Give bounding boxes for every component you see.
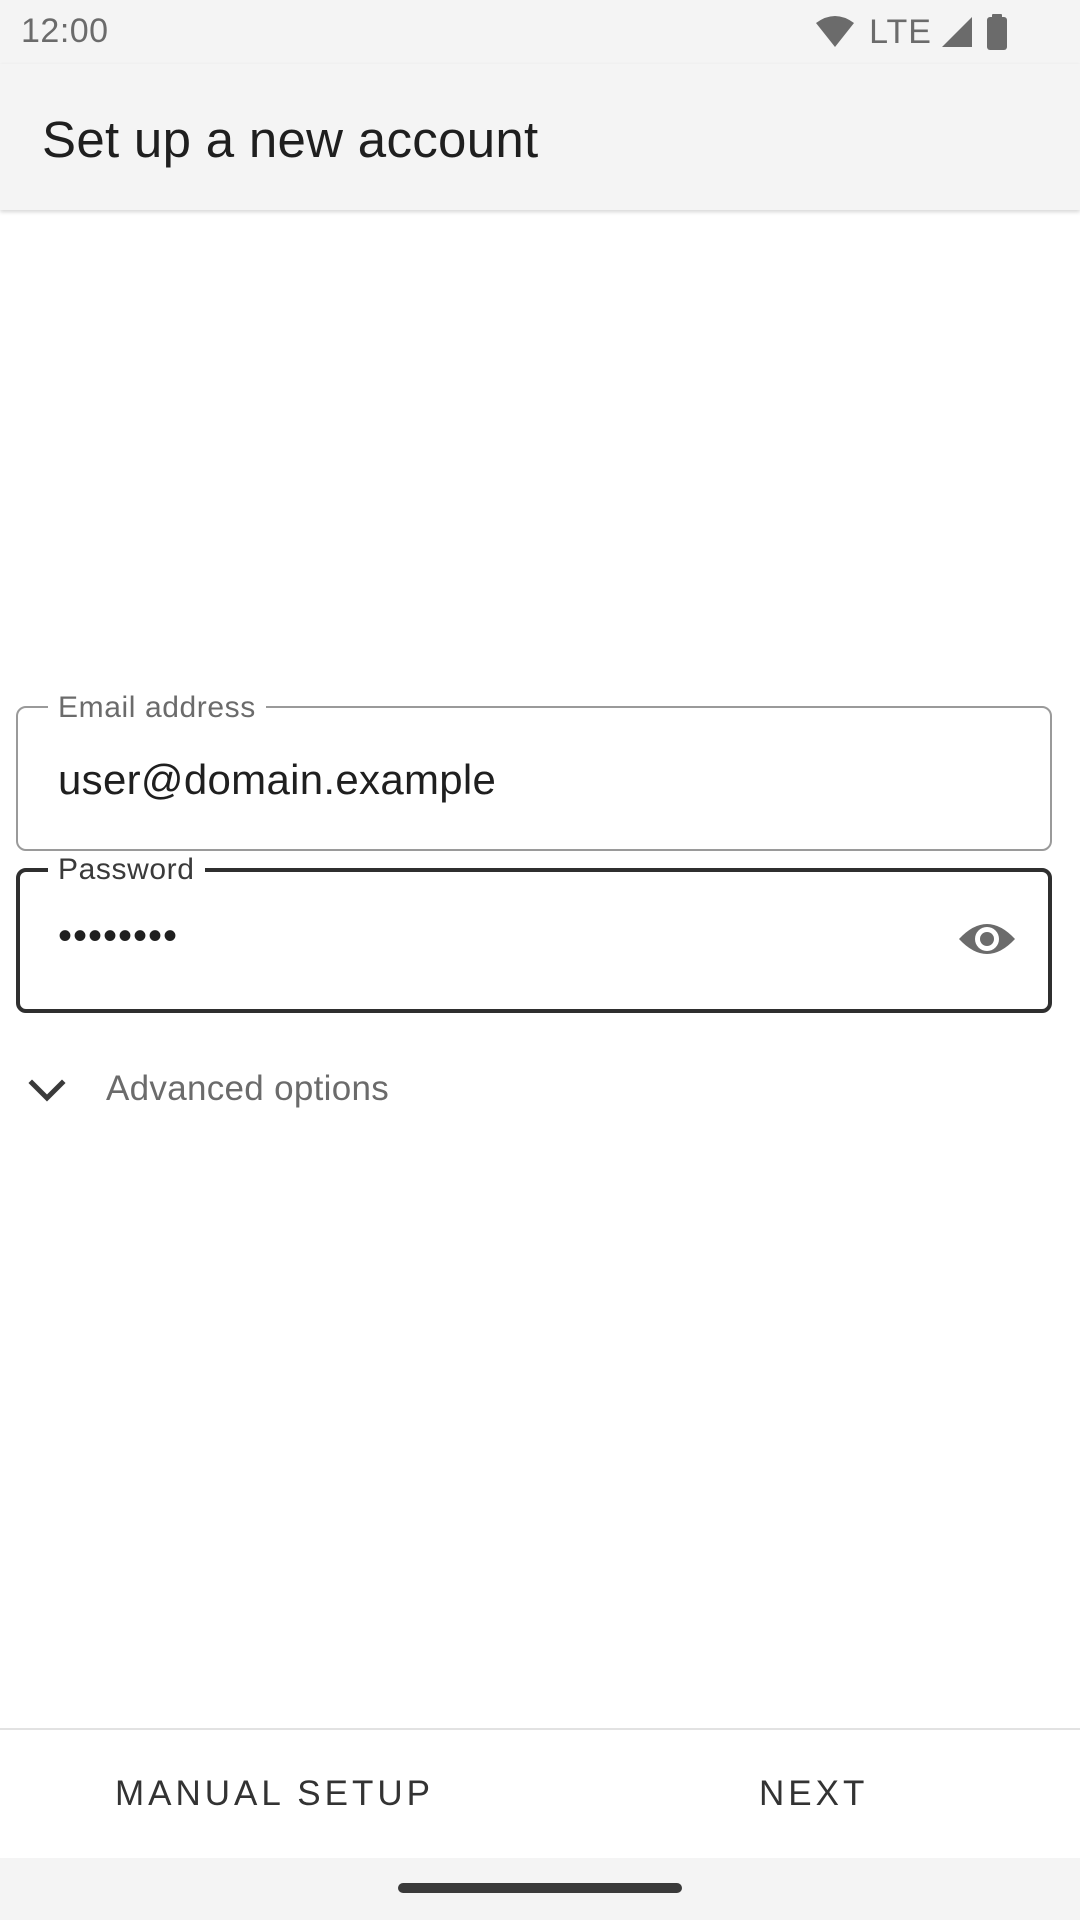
status-time: 12:00 — [21, 12, 109, 50]
cellular-signal-icon — [940, 15, 974, 49]
email-field[interactable]: Email address user@domain.example — [16, 690, 1052, 851]
bottom-action-bar: MANUAL SETUP NEXT — [0, 1728, 1080, 1858]
password-field[interactable]: Password •••••••• — [16, 852, 1052, 1013]
advanced-options-toggle[interactable]: Advanced options — [0, 1052, 1080, 1132]
home-gesture-handle[interactable] — [398, 1883, 682, 1893]
manual-setup-button[interactable]: MANUAL SETUP — [115, 1774, 434, 1814]
wifi-icon — [815, 15, 855, 49]
advanced-options-label: Advanced options — [106, 1069, 390, 1108]
network-type: LTE — [869, 12, 932, 51]
next-button[interactable]: NEXT — [759, 1774, 868, 1814]
navigation-bar — [0, 1858, 1080, 1920]
eye-icon — [957, 919, 1017, 964]
password-field-value[interactable]: •••••••• — [58, 914, 178, 959]
password-field-label: Password — [48, 852, 205, 888]
status-icons: LTE — [815, 12, 1008, 52]
battery-icon — [986, 14, 1008, 50]
email-field-value[interactable]: user@domain.example — [58, 756, 496, 804]
email-field-label: Email address — [48, 690, 266, 726]
password-visibility-toggle[interactable] — [952, 906, 1022, 976]
app-bar: Set up a new account — [0, 64, 1080, 210]
status-bar: 12:00 LTE — [0, 0, 1080, 64]
page-title: Set up a new account — [42, 111, 539, 168]
chevron-down-icon — [26, 1070, 68, 1117]
